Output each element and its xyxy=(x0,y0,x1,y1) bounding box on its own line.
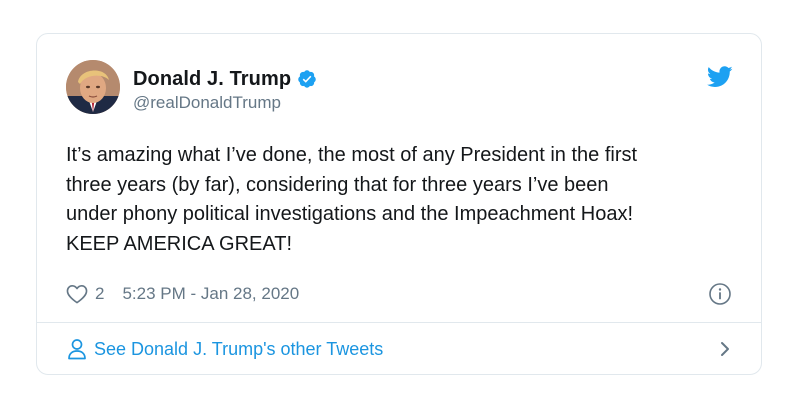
tweet-timestamp[interactable]: 5:23 PM - Jan 28, 2020 xyxy=(122,284,299,304)
avatar-image xyxy=(66,60,120,114)
avatar[interactable] xyxy=(66,60,120,114)
author-handle[interactable]: @realDonaldTrump xyxy=(133,93,317,113)
twitter-logo-icon[interactable] xyxy=(706,66,733,88)
like-button[interactable]: 2 xyxy=(66,284,104,304)
info-icon[interactable] xyxy=(708,282,732,306)
see-other-tweets-label: See Donald J. Trump's other Tweets xyxy=(94,338,384,359)
display-name-row: Donald J. Trump xyxy=(133,66,317,92)
tweet-header: Donald J. Trump @realDonaldTrump xyxy=(66,60,733,116)
like-count: 2 xyxy=(95,284,105,303)
tweet-meta-row: 2 5:23 PM - Jan 28, 2020 xyxy=(66,280,732,308)
chevron-right-icon xyxy=(718,339,732,359)
author-names[interactable]: Donald J. Trump @realDonaldTrump xyxy=(133,66,317,113)
see-other-tweets-link[interactable]: See Donald J. Trump's other Tweets xyxy=(67,334,732,364)
tweet-text: It’s amazing what I’ve done, the most of… xyxy=(66,144,638,255)
verified-badge-icon xyxy=(297,69,317,89)
heart-icon xyxy=(66,284,88,304)
tweet-card[interactable]: Donald J. Trump @realDonaldTrump It’s am… xyxy=(36,33,762,375)
author-display-name[interactable]: Donald J. Trump xyxy=(133,68,291,91)
divider xyxy=(37,322,761,323)
person-icon xyxy=(67,338,87,360)
